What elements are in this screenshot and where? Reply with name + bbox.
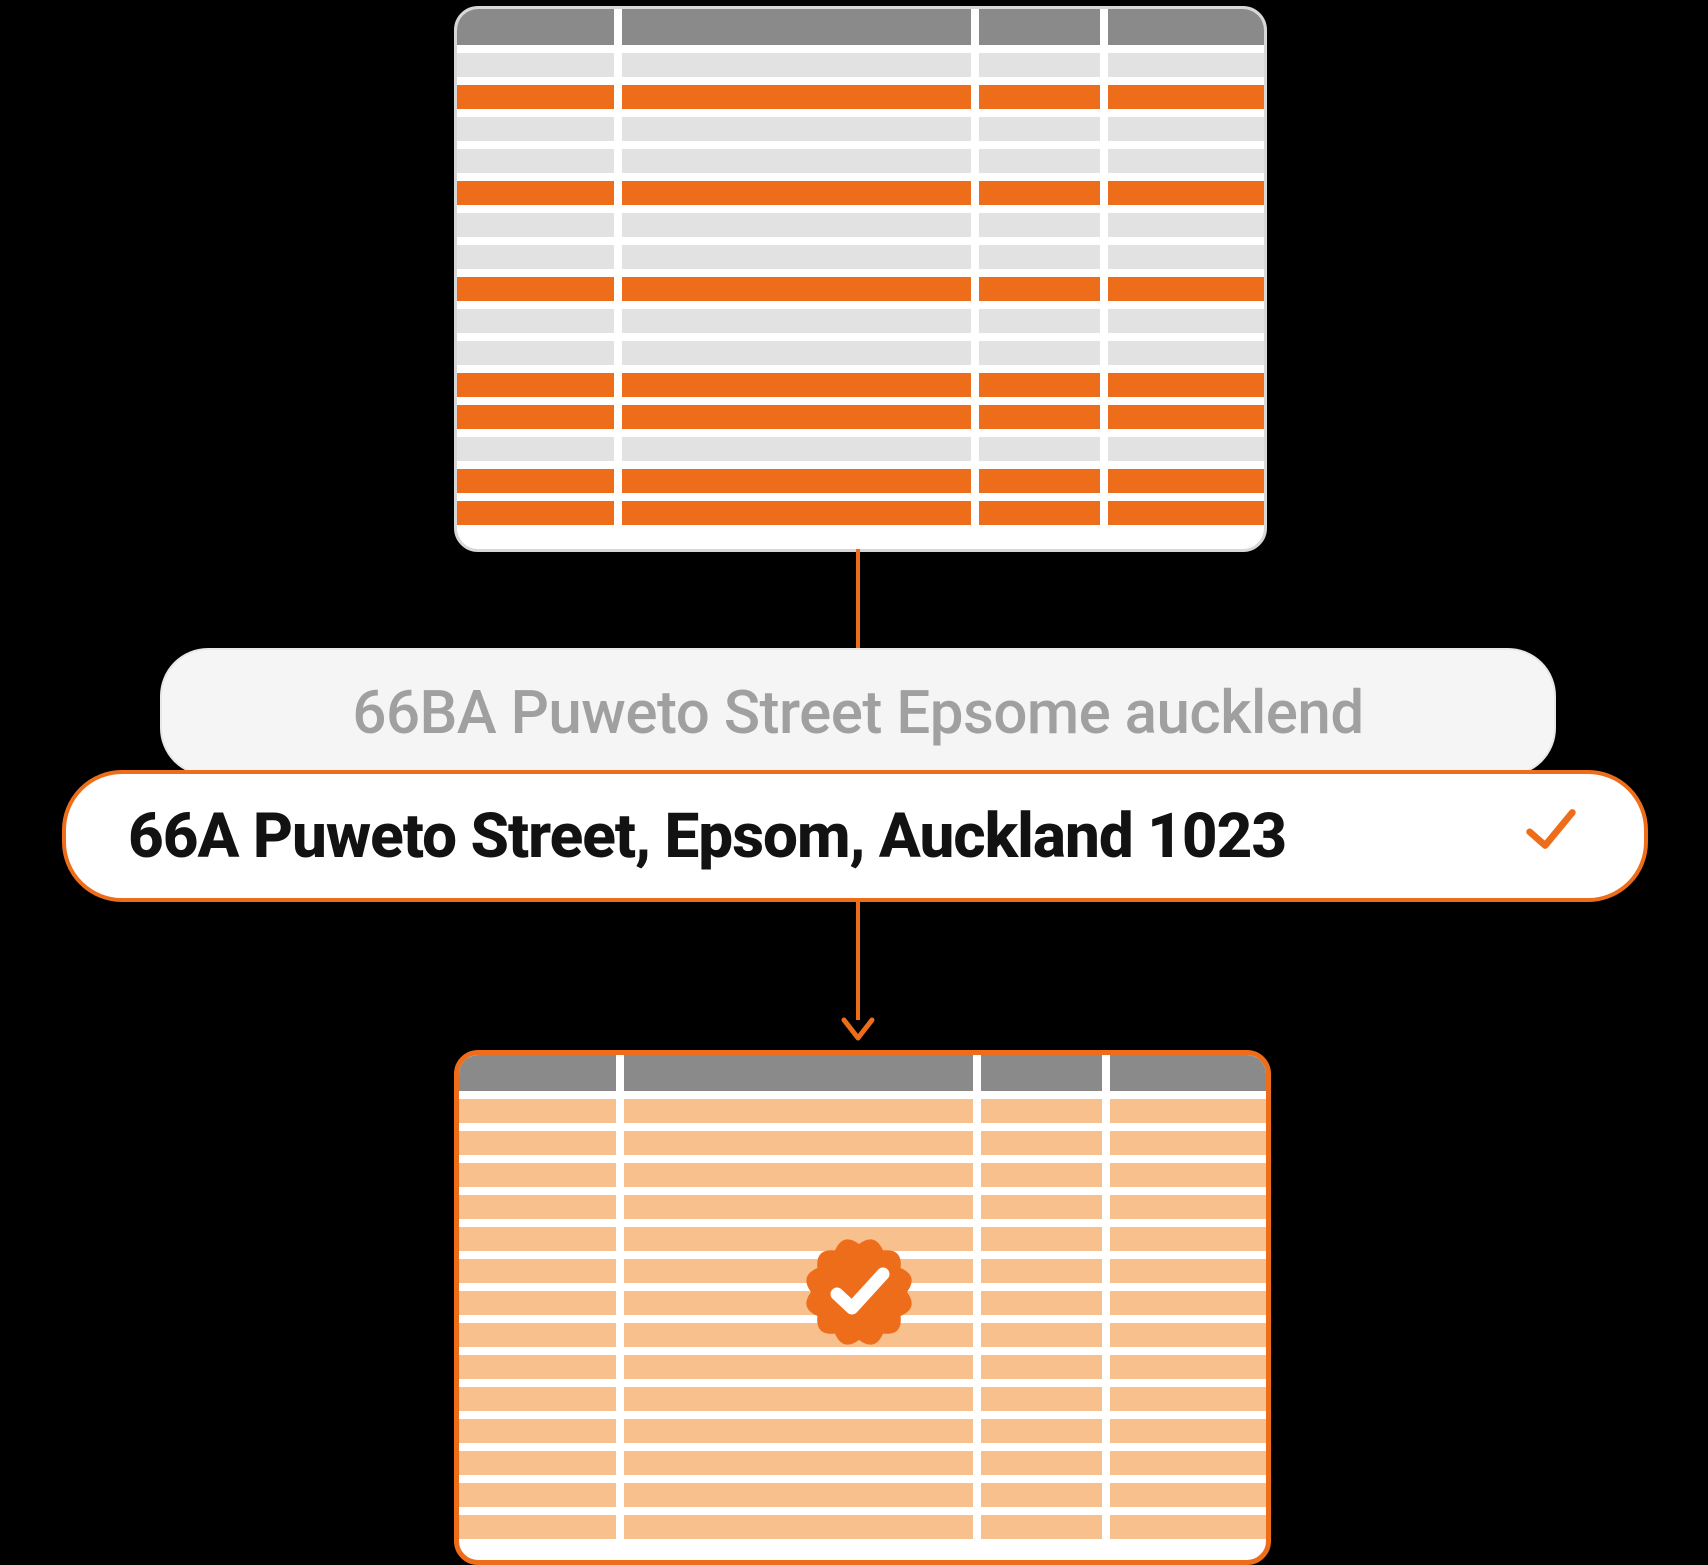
spreadsheet-row-highlighted — [457, 181, 1264, 205]
spreadsheet-row — [459, 1131, 1266, 1155]
spreadsheet-row — [459, 1163, 1266, 1187]
spreadsheet-row — [457, 149, 1264, 173]
spreadsheet-header-row — [457, 9, 1264, 45]
input-spreadsheet-rows — [457, 45, 1264, 525]
spreadsheet-row — [459, 1195, 1266, 1219]
raw-address-pill: 66BA Puweto Street Epsome aucklend — [160, 648, 1556, 776]
raw-address-text: 66BA Puweto Street Epsome aucklend — [352, 677, 1363, 748]
spreadsheet-row — [459, 1451, 1266, 1475]
spreadsheet-row — [459, 1099, 1266, 1123]
verified-badge-icon — [789, 1222, 929, 1362]
input-spreadsheet — [454, 6, 1267, 552]
connector-line — [856, 900, 860, 1020]
spreadsheet-row-highlighted — [457, 373, 1264, 397]
spreadsheet-header-row — [459, 1055, 1266, 1091]
spreadsheet-row — [457, 245, 1264, 269]
spreadsheet-row — [459, 1387, 1266, 1411]
check-icon — [1520, 797, 1582, 875]
clean-address-pill: 66A Puweto Street, Epsom, Auckland 1023 — [62, 770, 1648, 902]
clean-address-text: 66A Puweto Street, Epsom, Auckland 1023 — [128, 800, 1286, 873]
spreadsheet-row — [457, 309, 1264, 333]
spreadsheet-row-highlighted — [457, 277, 1264, 301]
spreadsheet-row — [459, 1419, 1266, 1443]
spreadsheet-row-highlighted — [457, 469, 1264, 493]
spreadsheet-row — [457, 117, 1264, 141]
spreadsheet-row — [457, 437, 1264, 461]
spreadsheet-row-highlighted — [457, 85, 1264, 109]
diagram-stage: 66BA Puweto Street Epsome aucklend 66A P… — [0, 0, 1708, 1560]
spreadsheet-row — [457, 213, 1264, 237]
spreadsheet-row — [457, 341, 1264, 365]
spreadsheet-row — [459, 1483, 1266, 1507]
spreadsheet-row — [457, 53, 1264, 77]
spreadsheet-row-highlighted — [457, 501, 1264, 525]
connector-line — [856, 549, 860, 653]
arrow-down-icon — [838, 1010, 878, 1050]
spreadsheet-row-highlighted — [457, 405, 1264, 429]
spreadsheet-row — [459, 1515, 1266, 1539]
